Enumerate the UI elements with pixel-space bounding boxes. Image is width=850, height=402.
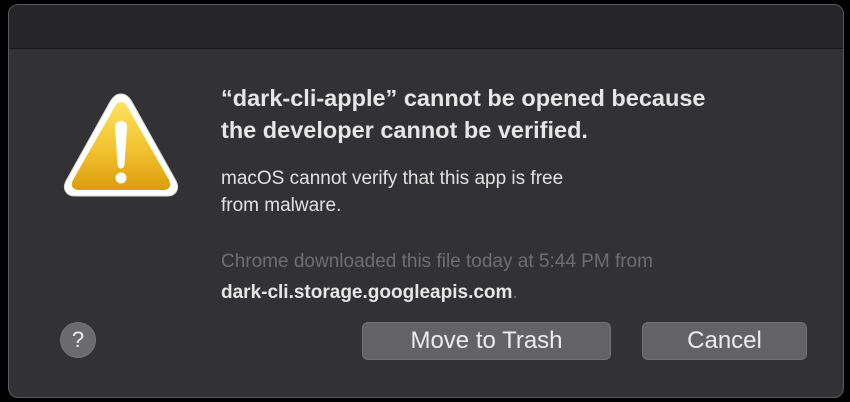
move-to-trash-button[interactable]: Move to Trash: [362, 322, 611, 360]
download-source-host: dark-cli.storage.googleapis.com: [221, 282, 513, 303]
dialog-heading-line1: “dark-cli-apple” cannot be opened becaus…: [221, 85, 706, 111]
dialog-message-line2: from malware.: [221, 195, 342, 216]
cancel-button[interactable]: Cancel: [642, 322, 807, 360]
dialog-heading: “dark-cli-apple” cannot be opened becaus…: [221, 82, 821, 146]
download-info-suffix: .: [512, 282, 518, 303]
alert-dialog: “dark-cli-apple” cannot be opened becaus…: [8, 4, 844, 398]
dialog-message-line1: macOS cannot verify that this app is fre…: [221, 168, 564, 189]
download-info-text: Chrome downloaded this file today at 5:4…: [221, 251, 653, 272]
warning-triangle-icon: [63, 93, 179, 197]
dialog-message: macOS cannot verify that this app is fre…: [221, 165, 691, 219]
download-info: Chrome downloaded this file today at 5:4…: [221, 246, 821, 308]
dialog-heading-line2: the developer cannot be verified.: [221, 117, 588, 143]
window-titlebar[interactable]: [9, 5, 843, 49]
help-button[interactable]: ?: [60, 322, 96, 358]
